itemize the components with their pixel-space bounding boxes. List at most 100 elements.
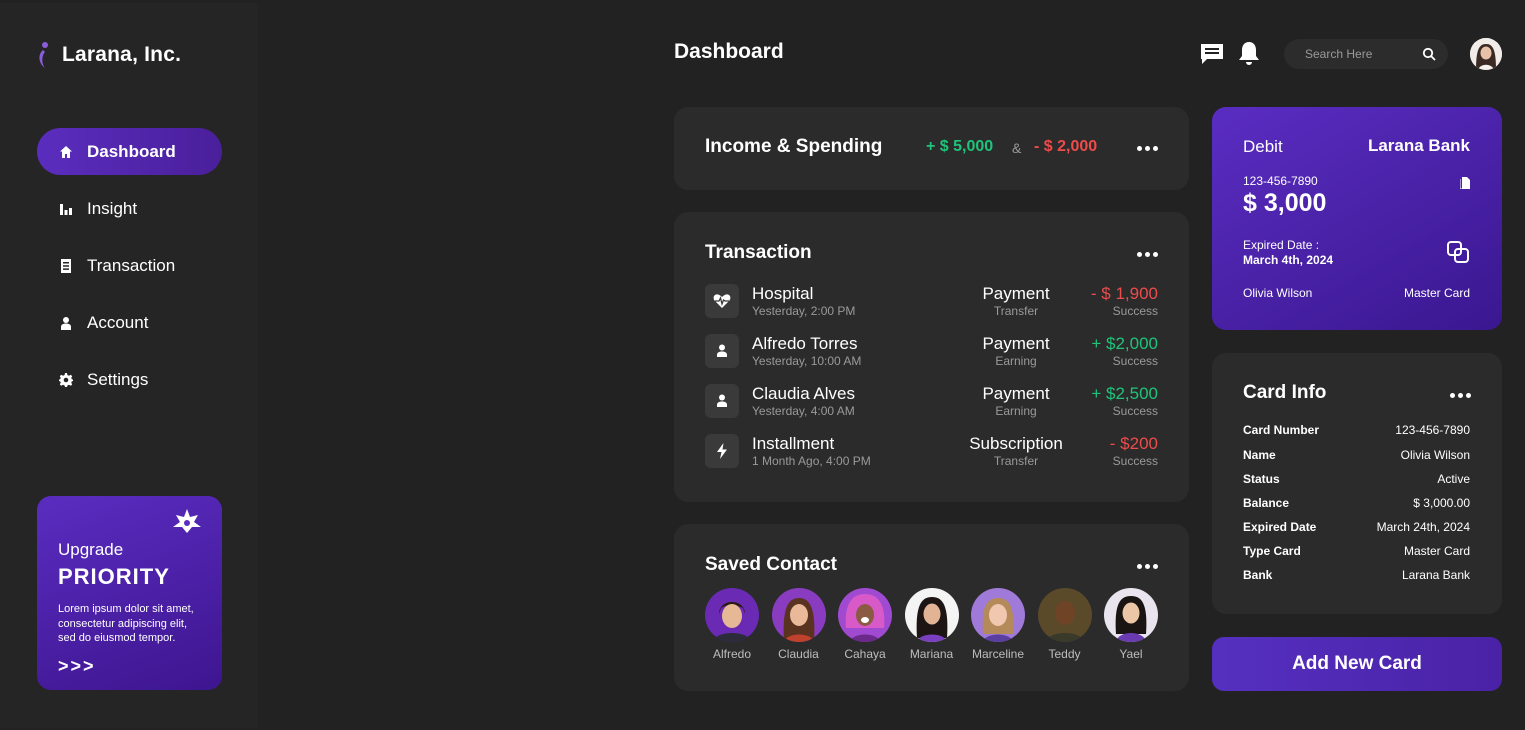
info-row: Balance $ 3,000.00 — [1243, 496, 1470, 510]
transaction-title: Transaction — [705, 242, 812, 263]
contact-avatar — [1037, 588, 1092, 642]
table-row[interactable]: Claudia Alves Yesterday, 4:00 AM Payment… — [705, 382, 1158, 420]
table-row[interactable]: Installment 1 Month Ago, 4:00 PM Subscri… — [705, 432, 1158, 470]
search-input[interactable] — [1305, 47, 1405, 61]
contact-name: Teddy — [1048, 647, 1081, 661]
card-number: 123-456-7890 — [1243, 174, 1318, 188]
contact-claudia[interactable]: Claudia — [771, 588, 826, 661]
more-options-icon[interactable] — [1137, 146, 1158, 151]
contact-name: Yael — [1119, 647, 1143, 661]
income-amount: + $ 5,000 — [926, 138, 994, 155]
transaction-amount: - $ 1,900 — [1090, 284, 1158, 303]
cards-copy-icon[interactable] — [1446, 240, 1470, 264]
info-value: 123-456-7890 — [1395, 423, 1470, 437]
info-key: Bank — [1243, 568, 1273, 582]
contact-name: Cahaya — [844, 647, 886, 661]
card-label: Debit — [1243, 137, 1283, 156]
transaction-subtype: Earning — [995, 354, 1037, 368]
upgrade-title: PRIORITY — [58, 564, 170, 589]
card-bank: Larana Bank — [1367, 136, 1470, 155]
contact-name: Claudia — [778, 647, 819, 661]
brand[interactable]: Larana, Inc. — [36, 41, 181, 69]
brand-name: Larana, Inc. — [62, 43, 182, 66]
contact-yael[interactable]: Yael — [1104, 588, 1158, 661]
home-icon — [60, 145, 72, 158]
bell-icon[interactable] — [1236, 40, 1262, 66]
transaction-amount: - $200 — [1109, 434, 1158, 453]
table-row[interactable]: Hospital Yesterday, 2:00 PM Payment Tran… — [705, 282, 1158, 320]
add-new-card-button[interactable]: Add New Card — [1212, 637, 1502, 691]
info-value: Larana Bank — [1401, 568, 1470, 582]
contact-name: Alfredo — [712, 647, 752, 661]
transaction-status: Success — [1112, 404, 1158, 418]
info-value: Olivia Wilson — [1400, 448, 1470, 462]
contact-alfredo[interactable]: Alfredo — [705, 588, 759, 661]
contact-teddy[interactable]: Teddy — [1037, 588, 1092, 661]
transaction-type: Payment — [982, 384, 1050, 403]
info-row: Card Number 123-456-7890 — [1243, 423, 1470, 437]
transaction-date: Yesterday, 2:00 PM — [752, 304, 856, 318]
info-value: Master Card — [1403, 544, 1470, 558]
avatar[interactable] — [1470, 38, 1502, 70]
sidebar-item-label: Insight — [87, 198, 138, 218]
income-spending-card: Income & Spending + $ 5,000 & - $ 2,000 — [674, 107, 1189, 190]
sidebar-item-account[interactable]: Account — [37, 299, 222, 346]
bar-chart-icon — [60, 203, 72, 215]
copy-icon[interactable] — [1460, 177, 1470, 189]
contact-mariana[interactable]: Mariana — [904, 588, 959, 661]
user-icon — [61, 316, 71, 330]
info-value: $ 3,000.00 — [1413, 496, 1470, 510]
info-row: Status Active — [1243, 472, 1470, 486]
card-info-title: Card Info — [1243, 382, 1327, 403]
transaction-subtype: Transfer — [993, 454, 1039, 468]
search-icon[interactable] — [1422, 47, 1436, 61]
more-options-icon[interactable] — [1450, 393, 1471, 398]
info-value: March 24th, 2024 — [1376, 520, 1470, 534]
debit-card[interactable]: Debit Larana Bank 123-456-7890 $ 3,000 E… — [1212, 107, 1502, 330]
gear-icon — [59, 372, 73, 387]
sidebar-item-label: Transaction — [87, 255, 176, 275]
contact-avatar — [904, 588, 959, 642]
sidebar-item-label: Account — [87, 312, 149, 332]
sidebar-item-transaction[interactable]: Transaction — [37, 242, 222, 289]
card-holder: Olivia Wilson — [1243, 286, 1313, 300]
upgrade-arrows-button[interactable]: >>> — [58, 656, 202, 677]
card-info-card: Card Info Card Number 123-456-7890 Name Ol… — [1212, 353, 1502, 614]
info-row: Name Olivia Wilson — [1243, 448, 1470, 462]
transaction-type: Payment — [982, 284, 1050, 303]
info-row: Expired Date March 24th, 2024 — [1243, 520, 1470, 534]
contact-avatar — [971, 588, 1025, 642]
transaction-status: Success — [1112, 454, 1158, 468]
sidebar-item-insight[interactable]: Insight — [37, 185, 222, 232]
chat-icon[interactable] — [1199, 40, 1225, 66]
info-key: Status — [1243, 472, 1280, 486]
info-key: Balance — [1243, 496, 1290, 510]
transaction-status: Success — [1112, 354, 1158, 368]
sidebar-item-dashboard[interactable]: Dashboard — [37, 128, 222, 175]
contact-marceline[interactable]: Marceline — [971, 588, 1025, 661]
transaction-date: 1 Month Ago, 4:00 PM — [752, 454, 871, 468]
sidebar-item-settings[interactable]: Settings — [37, 356, 222, 403]
heart-pulse-icon — [705, 284, 739, 318]
search-bar[interactable] — [1284, 39, 1448, 69]
transaction-subtype: Earning — [995, 404, 1037, 418]
transaction-type: Subscription — [969, 434, 1063, 453]
lightning-icon — [705, 434, 739, 468]
expired-date-value: March 4th, 2024 — [1243, 253, 1334, 267]
user-icon — [705, 384, 739, 418]
card-type: Master Card — [1403, 286, 1470, 300]
transaction-name: Hospital — [752, 284, 814, 303]
contact-name: Marceline — [971, 647, 1025, 661]
contact-cahaya[interactable]: Cahaya — [838, 588, 892, 661]
more-options-icon[interactable] — [1137, 564, 1158, 569]
transaction-name: Alfredo Torres — [752, 334, 858, 353]
more-options-icon[interactable] — [1137, 252, 1158, 257]
page-title: Dashboard — [674, 40, 784, 63]
table-row[interactable]: Alfredo Torres Yesterday, 10:00 AM Payme… — [705, 332, 1158, 370]
transaction-subtype: Transfer — [993, 304, 1039, 318]
logo-icon — [39, 42, 48, 68]
transaction-amount: + $2,500 — [1091, 384, 1158, 403]
info-row: Type Card Master Card — [1243, 544, 1470, 558]
transaction-status: Success — [1112, 304, 1158, 318]
upgrade-card[interactable]: Upgrade PRIORITY Lorem ipsum dolor sit a… — [37, 496, 222, 690]
